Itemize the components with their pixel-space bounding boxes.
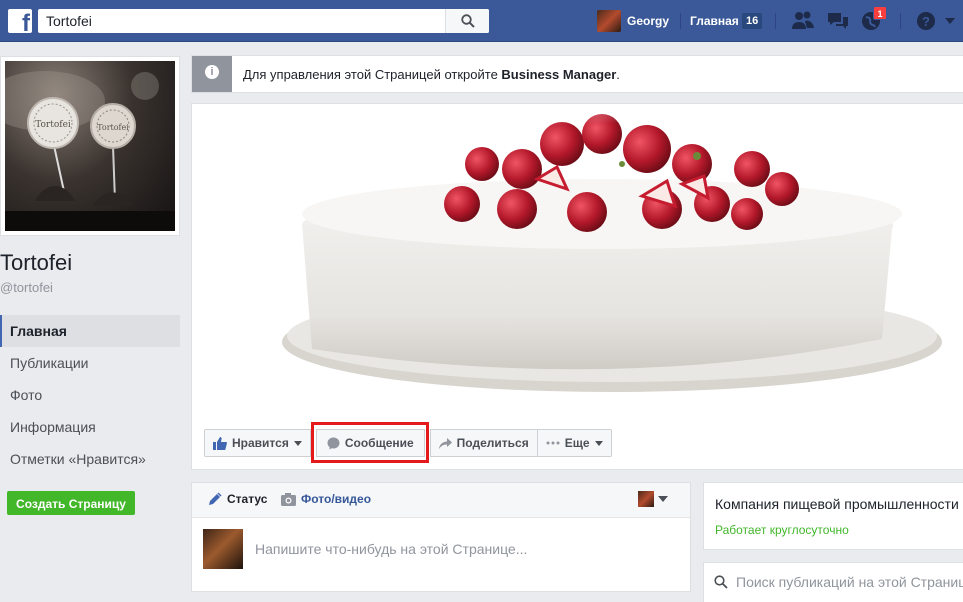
svg-text:Tortofei: Tortofei	[35, 120, 71, 130]
camera-icon	[281, 492, 296, 506]
status-tab-label: Статус	[227, 492, 268, 506]
tab-status[interactable]: Статус	[208, 492, 267, 506]
search-icon	[714, 575, 728, 589]
opening-hours-status: Работает круглосуточно	[715, 523, 849, 537]
nav-item-home[interactable]: Главная	[0, 315, 180, 347]
cover-photo[interactable]	[192, 104, 963, 416]
message-label: Сообщение	[344, 436, 414, 450]
more-button[interactable]: Еще	[536, 429, 612, 457]
composer-input[interactable]: Напишите что-нибудь на этой Странице...	[255, 541, 527, 557]
like-label: Нравится	[232, 436, 289, 450]
nav-item-likes[interactable]: Отметки «Нравится»	[0, 443, 180, 475]
help-icon[interactable]: ?	[915, 10, 937, 32]
share-label: Поделиться	[456, 436, 529, 450]
page-username[interactable]: @tortofei	[0, 280, 53, 295]
tab-photo-video[interactable]: Фото/видео	[281, 492, 371, 506]
page-posts-search-input[interactable]	[736, 563, 963, 601]
divider	[900, 13, 901, 29]
profile-picture-frame: Tortofei Tortofei	[0, 56, 180, 236]
post-composer: Статус Фото/видео Напишите что-нибудь на…	[191, 482, 691, 592]
chevron-down-icon	[594, 440, 603, 446]
thumbs-up-icon	[213, 436, 227, 450]
notice-text: Для управления этой Страницей откройте B…	[243, 67, 620, 82]
share-button[interactable]: Поделиться	[429, 429, 538, 457]
nav-item-photos[interactable]: Фото	[0, 379, 180, 411]
nav-item-posts[interactable]: Публикации	[0, 347, 180, 379]
friend-requests-icon[interactable]	[791, 10, 815, 32]
like-button[interactable]: Нравится	[204, 429, 311, 457]
more-dots-icon	[546, 441, 560, 445]
divider	[775, 13, 776, 29]
user-name-link[interactable]: Georgy	[627, 14, 669, 28]
cover-card: Нравится Сообщение Поделиться Еще	[191, 103, 963, 470]
page-category[interactable]: Компания пищевой промышленности	[715, 496, 959, 512]
search-icon	[461, 14, 475, 28]
page-actions: Нравится Сообщение Поделиться Еще	[204, 429, 612, 457]
messenger-icon	[327, 437, 340, 449]
more-label: Еще	[564, 436, 590, 450]
divider	[680, 13, 681, 29]
page-title: Tortofei	[0, 250, 73, 275]
global-search	[38, 9, 489, 33]
cover-cake-image	[192, 104, 963, 416]
svg-text:Tortofei: Tortofei	[97, 123, 129, 132]
facebook-logo-icon[interactable]: f	[8, 9, 32, 33]
chevron-down-icon	[293, 440, 302, 446]
user-avatar[interactable]	[597, 10, 621, 32]
home-link[interactable]: Главная	[690, 14, 739, 28]
nav-item-about[interactable]: Информация	[0, 411, 180, 443]
page-info-card: Компания пищевой промышленности Работает…	[703, 482, 963, 550]
business-manager-notice: i Для управления этой Страницей откройте…	[191, 55, 963, 93]
account-menu-chevron-icon[interactable]	[945, 18, 955, 24]
message-button[interactable]: Сообщение	[315, 429, 425, 457]
business-manager-link[interactable]: Business Manager	[501, 67, 616, 82]
create-page-button[interactable]: Создать Страницу	[7, 491, 135, 515]
post-as-avatar[interactable]	[638, 491, 654, 507]
messages-icon[interactable]	[826, 10, 850, 32]
top-navigation-bar: f Georgy Главная 16 1 ?	[0, 0, 963, 42]
composer-tabs: Статус Фото/видео	[192, 483, 690, 518]
pencil-icon	[209, 492, 222, 505]
photo-tab-label: Фото/видео	[301, 492, 372, 506]
search-input[interactable]	[38, 9, 448, 33]
svg-text:?: ?	[922, 14, 930, 29]
profile-picture[interactable]: Tortofei Tortofei	[5, 61, 175, 231]
page-search-card	[703, 562, 963, 602]
composer-avatar	[203, 529, 243, 569]
chevron-down-icon[interactable]	[658, 496, 668, 502]
page-navigation: Главная Публикации Фото Информация Отмет…	[0, 315, 180, 475]
home-count-badge: 16	[742, 13, 763, 29]
profile-picture-art: Tortofei Tortofei	[5, 71, 175, 231]
info-icon: i	[192, 56, 232, 92]
notification-count-badge: 1	[873, 6, 887, 20]
search-button[interactable]	[445, 9, 489, 33]
share-arrow-icon	[438, 437, 452, 449]
